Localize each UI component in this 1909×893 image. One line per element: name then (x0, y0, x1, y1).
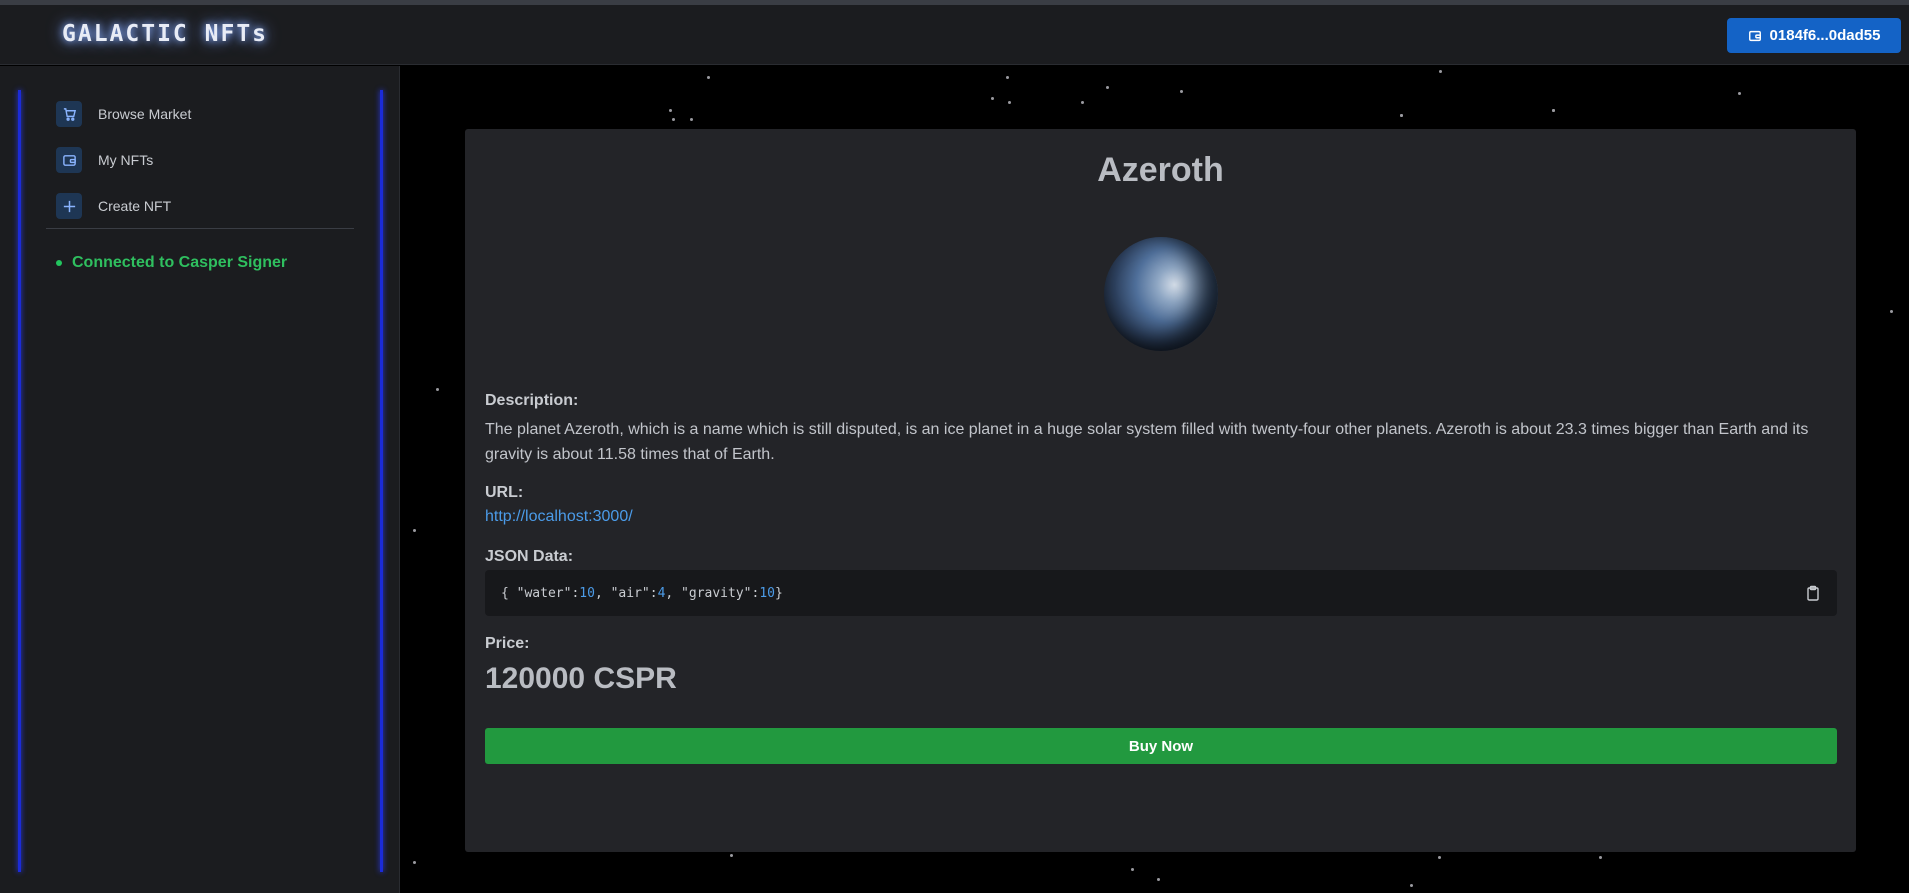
star (1410, 884, 1413, 887)
sidebar-accent-line-right (380, 90, 383, 872)
star (1738, 92, 1741, 95)
wallet-icon (1748, 30, 1761, 41)
wallet-icon (56, 147, 82, 173)
json-key-air: , "air": (594, 585, 658, 601)
star (690, 118, 693, 121)
json-value-gravity: 10 (759, 585, 775, 601)
star (669, 109, 672, 112)
nft-price: 120000 CSPR (485, 662, 677, 695)
star (1006, 76, 1009, 79)
star (413, 861, 416, 864)
star (1106, 86, 1109, 89)
sidebar-item-label: Browse Market (98, 106, 192, 122)
star (1131, 868, 1134, 871)
json-value-water: 10 (579, 585, 595, 601)
clipboard-icon[interactable] (1805, 585, 1821, 601)
star (1552, 109, 1555, 112)
star (1599, 856, 1602, 859)
star (413, 529, 416, 532)
sidebar-item-my-nfts[interactable]: My NFTs (56, 145, 356, 175)
star (1890, 310, 1893, 313)
json-data-label: JSON Data: (485, 548, 574, 565)
nft-description: The planet Azeroth, which is a name whic… (485, 421, 1809, 463)
sidebar-item-label: My NFTs (98, 152, 154, 168)
connection-status: Connected to Casper Signer (56, 254, 287, 272)
star (1400, 114, 1403, 117)
nft-title: Azeroth (1097, 151, 1224, 189)
sidebar-item-label: Create NFT (98, 198, 172, 214)
json-data-box: { "water": 10, "air": 4, "gravity": 10 } (485, 570, 1837, 616)
star (730, 854, 733, 857)
plus-icon (56, 193, 82, 219)
cart-icon (56, 101, 82, 127)
wallet-address-label: 0184f6...0dad55 (1769, 27, 1881, 44)
sidebar: Browse Market My NFTs Create NFT Connect… (0, 66, 400, 893)
sidebar-accent-line-left (18, 90, 21, 872)
buy-now-button[interactable]: Buy Now (485, 728, 1837, 764)
json-key-water: "water": (516, 585, 580, 601)
star (1157, 878, 1160, 881)
star (1180, 90, 1183, 93)
wallet-address-button[interactable]: 0184f6...0dad55 (1727, 18, 1901, 53)
nft-detail-card: Azeroth Description: The planet Azeroth,… (465, 129, 1856, 852)
star (1008, 101, 1011, 104)
description-label: Description: (485, 392, 579, 409)
status-dot-icon (56, 260, 62, 266)
json-key-gravity: , "gravity": (665, 585, 760, 601)
sidebar-item-create-nft[interactable]: Create NFT (56, 191, 356, 221)
star (1438, 856, 1441, 859)
app-logo[interactable]: GALACTIC NFTs (62, 21, 268, 47)
price-label: Price: (485, 635, 530, 652)
star (707, 76, 710, 79)
nft-url-link[interactable]: http://localhost:3000/ (485, 508, 633, 526)
json-value-air: 4 (657, 585, 666, 601)
sidebar-divider (46, 228, 354, 229)
sidebar-item-browse-market[interactable]: Browse Market (56, 99, 356, 129)
star (1439, 70, 1442, 73)
json-token: } (774, 585, 783, 601)
connection-status-text: Connected to Casper Signer (72, 254, 288, 271)
app-header: GALACTIC NFTs 0184f6...0dad55 (0, 5, 1909, 65)
nft-image (1104, 237, 1218, 351)
url-label: URL: (485, 484, 524, 501)
json-token: { (501, 585, 509, 601)
star (672, 118, 675, 121)
star (1081, 101, 1084, 104)
star (991, 97, 994, 100)
star (436, 388, 439, 391)
